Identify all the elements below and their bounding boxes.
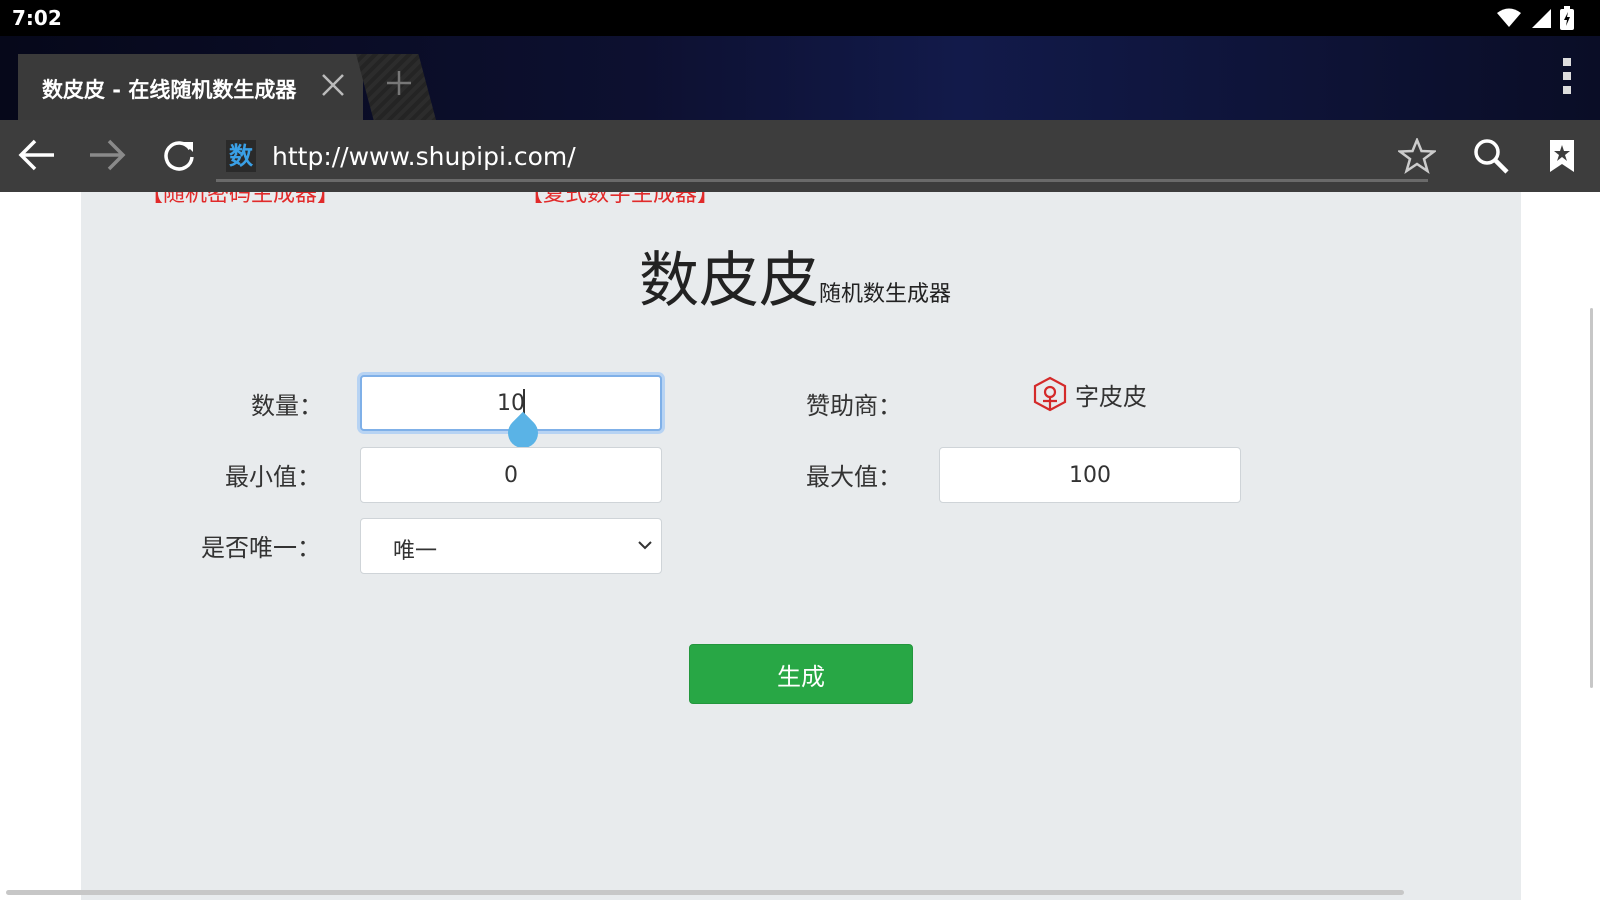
page-viewport: 【随机密码生成器】 【复式数字生成器】 数皮皮随机数生成器 数量： 赞助商： 字… [0,192,1600,900]
wifi-icon [1497,8,1521,27]
max-label: 最大值： [806,463,902,491]
compound-number-generator-link[interactable]: 【复式数字生成器】 [521,192,719,208]
close-icon[interactable] [318,70,348,100]
status-bar: 7:02 [0,0,1600,36]
battery-icon [1560,6,1574,30]
reload-icon[interactable] [162,138,196,172]
tab-title: 数皮皮 - 在线随机数生成器 [42,78,297,102]
signal-icon [1532,9,1551,28]
status-time: 7:02 [12,6,62,30]
status-icons [1496,6,1574,30]
address-bar: 数 http://www.shupipi.com/ [0,120,1600,192]
generator-panel: 【随机密码生成器】 【复式数字生成器】 数皮皮随机数生成器 数量： 赞助商： 字… [81,192,1521,900]
site-favicon: 数 [226,140,256,172]
plus-icon [387,71,411,95]
horizontal-scrollbar[interactable] [6,890,1404,895]
count-label: 数量： [251,392,323,420]
max-input[interactable] [939,447,1241,503]
generate-button[interactable]: 生成 [689,644,913,704]
sponsor-link[interactable]: 字皮皮 [1031,375,1147,413]
star-icon[interactable] [1398,138,1436,174]
page-title: 数皮皮随机数生成器 [639,232,951,319]
site-subtitle: 随机数生成器 [819,282,952,307]
sponsor-name: 字皮皮 [1075,382,1147,411]
chevron-down-icon [638,541,652,550]
unique-label: 是否唯一： [201,534,321,562]
forward-icon[interactable] [88,138,126,172]
sponsor-label: 赞助商： [806,392,902,420]
site-name: 数皮皮 [639,246,819,316]
tab-bar: 数皮皮 - 在线随机数生成器 [0,36,1600,120]
unique-select[interactable]: 唯一 [360,518,662,574]
password-generator-link[interactable]: 【随机密码生成器】 [141,192,339,208]
min-input[interactable] [360,447,662,503]
url-field[interactable]: 数 http://www.shupipi.com/ [216,132,1428,182]
url-text[interactable]: http://www.shupipi.com/ [272,142,576,171]
bookmarks-icon[interactable] [1548,138,1576,174]
search-icon[interactable] [1473,138,1509,174]
vertical-scrollbar[interactable] [1590,308,1593,688]
min-label: 最小值： [225,463,321,491]
overflow-menu-icon[interactable] [1562,58,1572,94]
back-icon[interactable] [18,138,56,172]
tab-active[interactable]: 数皮皮 - 在线随机数生成器 [18,54,363,120]
sponsor-logo-icon [1033,376,1067,412]
unique-select-value: 唯一 [393,539,438,564]
